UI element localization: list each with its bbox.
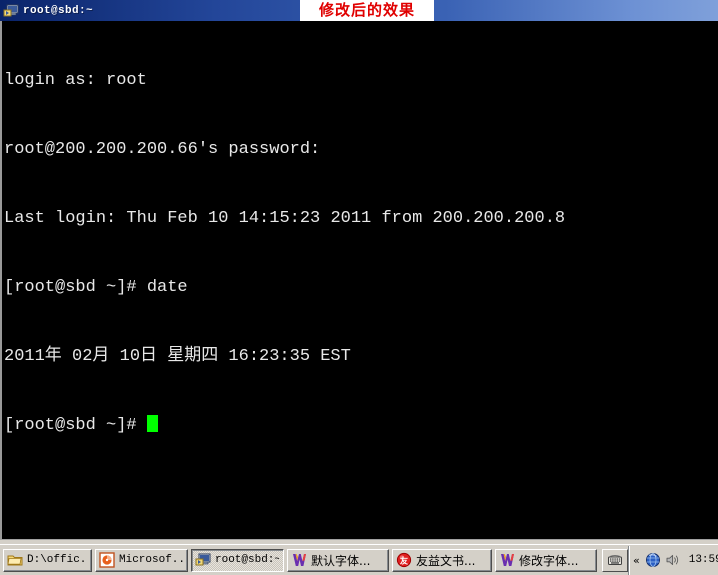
- terminal-line: Last login: Thu Feb 10 14:15:23 2011 fro…: [4, 209, 566, 228]
- taskbar-button-putty[interactable]: root@sbd:~: [191, 548, 284, 572]
- putty-icon: [3, 3, 19, 19]
- desktop-window: root@sbd:~ 修改后的效果 login as: root root@20…: [0, 0, 718, 575]
- terminal-window[interactable]: login as: root root@200.200.200.66's pas…: [0, 21, 718, 539]
- powerpoint-icon: [99, 552, 115, 568]
- svg-text:友: 友: [399, 555, 408, 565]
- window-title-text: root@sbd:~: [23, 4, 94, 17]
- taskbar-button-youyi[interactable]: 友 友益文书...: [392, 548, 492, 572]
- taskbar-button-modified-font-doc[interactable]: 修改字体...: [495, 548, 597, 572]
- annotation-callout: 修改后的效果: [300, 0, 434, 21]
- chevron-left-icon[interactable]: «: [633, 555, 641, 566]
- taskbar-button-label: 默认字体...: [311, 553, 371, 568]
- taskbar-button-label: 友益文书...: [416, 553, 476, 568]
- window-title-bar[interactable]: root@sbd:~ 修改后的效果: [0, 0, 718, 21]
- taskbar-button-default-font-doc[interactable]: 默认字体...: [287, 548, 389, 572]
- taskbar-button-label: root@sbd:~: [215, 554, 279, 566]
- taskbar-button-powerpoint[interactable]: Microsof...: [95, 548, 188, 572]
- keyboard-icon-button[interactable]: [602, 548, 628, 572]
- keyboard-icon: [607, 552, 623, 568]
- winword-icon: [499, 552, 515, 568]
- terminal-prompt-text: [root@sbd ~]#: [4, 416, 147, 435]
- youyi-icon: 友: [396, 552, 412, 568]
- globe-icon[interactable]: [645, 552, 661, 568]
- terminal-screen[interactable]: login as: root root@200.200.200.66's pas…: [4, 23, 717, 483]
- taskbar-button-folder[interactable]: D:\offic...: [3, 548, 92, 572]
- folder-icon: [7, 552, 23, 568]
- terminal-line: 2011年 02月 10日 星期四 16:23:35 EST: [4, 347, 351, 366]
- winword-icon: [291, 552, 307, 568]
- terminal-line: login as: root: [4, 71, 147, 90]
- volume-icon[interactable]: [665, 552, 681, 568]
- taskbar-button-label: D:\offic...: [27, 554, 87, 566]
- taskbar-button-label: Microsof...: [119, 554, 183, 566]
- terminal-cursor: [146, 415, 158, 432]
- terminal-line: root@200.200.200.66's password:: [4, 140, 321, 159]
- clock[interactable]: 13:59: [689, 554, 718, 566]
- taskbar-button-label: 修改字体...: [519, 553, 579, 568]
- terminal-prompt-line: [root@sbd ~]#: [4, 414, 717, 437]
- putty-icon: [195, 552, 211, 568]
- annotation-text: 修改后的效果: [318, 1, 415, 19]
- terminal-line: [root@sbd ~]# date: [4, 278, 188, 297]
- taskbar: D:\offic... Microsof...: [0, 544, 718, 575]
- system-tray: « 13:59: [628, 545, 718, 575]
